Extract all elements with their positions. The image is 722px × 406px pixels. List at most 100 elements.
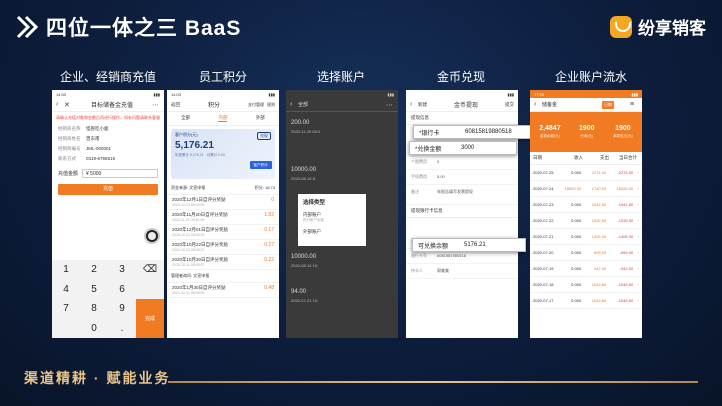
table-row[interactable]: 2020-07-17 0.000 1049.80 -1049.80 ›	[530, 293, 642, 309]
battery-icon: ▮▮▮	[153, 91, 160, 97]
cell-expense: 1539.50	[591, 218, 607, 223]
list-item[interactable]: 2020年12月1日自评分奖励 2020-12-13 08:00:00 0	[167, 195, 279, 210]
recharge-button[interactable]: 充值	[58, 184, 158, 195]
back-icon[interactable]: ‹	[534, 101, 542, 108]
key-0[interactable]: 0	[80, 319, 108, 339]
cell-expense: 699.00	[593, 250, 607, 255]
battery-icon: ▮▮▮	[631, 91, 638, 97]
status-bar: 14:03 ▮▮▮	[167, 90, 279, 98]
cashout-amount-field[interactable]: *兑换金额 3000	[409, 141, 517, 155]
chevron-right-icon: ›	[637, 218, 639, 223]
key-9[interactable]: 9	[108, 299, 136, 319]
key-6[interactable]: 6	[108, 280, 136, 300]
cell-date: 2020-07-24	[533, 186, 554, 191]
table-row[interactable]: 2020-07-25 0.000 2274.00 -2274.00 ›	[530, 165, 642, 181]
more-icon[interactable]: ⋯	[152, 101, 160, 109]
table-row[interactable]: 2020-07-21 0.000 1405.30 -1405.30 ›	[530, 229, 642, 245]
row-value: 郭美美	[437, 268, 449, 273]
back-icon[interactable]: ‹	[410, 101, 418, 108]
page-title: 四位一体之三 BaaS	[46, 17, 242, 40]
key-1[interactable]: 1	[52, 260, 80, 280]
floating-assistive-button[interactable]	[144, 228, 160, 244]
info-key: 经销商姓名	[58, 136, 81, 141]
table-row[interactable]: 2020-07-19 0.000 942.00 -942.00 ›	[530, 261, 642, 277]
chevron-right-icon: ›	[637, 298, 639, 303]
field-label: 可兑换余额	[418, 243, 449, 250]
option-external-account[interactable]: 外部账户	[303, 229, 361, 235]
tab-bar: 全部 内部 外部	[167, 112, 279, 126]
key-5[interactable]: 5	[80, 280, 108, 300]
more-icon[interactable]: ⋯	[386, 101, 394, 109]
key-7[interactable]: 7	[52, 299, 80, 319]
cell-expense: 1049.80	[591, 298, 607, 303]
battery-icon: ▮▮▮	[507, 91, 514, 97]
close-icon[interactable]: ✕	[64, 101, 72, 109]
list-item[interactable]: 2020年1月30日自评分奖励 2021-02-01 08:00:00 0.48	[167, 283, 279, 298]
list-item[interactable]: 2020年10月30日自评分奖励 2020-10-31 08:00:07 0.22	[167, 255, 279, 270]
phone-recharge: 14:53 ▮▮▮ ‹ ✕ 目标储备金充值 ⋯ 请确认充值对象和金额后再进行操作，…	[52, 90, 164, 338]
row-value: 年报告填写发票提现	[437, 189, 473, 194]
item-date: 2020-10-31 08:00:07	[172, 263, 205, 267]
key-8[interactable]: 8	[80, 299, 108, 319]
cell-expense: 1049.80	[591, 282, 607, 287]
chevron-right-icon: ›	[637, 186, 639, 191]
card-amount: 5,176.21	[175, 140, 214, 151]
payment-link[interactable]: 支付管理	[248, 102, 264, 108]
navbar: ‹ 新建 金币提现 提交	[406, 98, 518, 112]
back-icon[interactable]: ‹	[290, 101, 298, 108]
tab-internal[interactable]: 内部	[218, 115, 228, 122]
info-row: 联系方式 0319-6756519	[52, 154, 164, 164]
redeem-button[interactable]: 兑现	[257, 132, 271, 140]
record-amount: 94.00	[291, 289, 307, 295]
filter-icon[interactable]: ≡	[630, 101, 638, 108]
list-item[interactable]: 2020年12月01日自评分奖励 2020-12-01 08:00:00 0.17	[167, 225, 279, 240]
cell-income: 18000.00	[564, 186, 582, 191]
item-points: 0	[271, 197, 274, 203]
item-points: 0.27	[264, 242, 274, 248]
cell-expense: 1405.30	[591, 234, 607, 239]
table-row[interactable]: 2020-07-23 0.000 1942.80 -1941.80 ›	[530, 197, 642, 213]
field-label: *银行卡	[419, 130, 440, 137]
date-tag[interactable]: 日期	[602, 101, 614, 109]
phone-ledger: 17:30 ▮▮▮ ‹ 储备金 ≡ 日期 2,4847 金额余额(元) 1900 已收…	[530, 90, 642, 338]
status-time: 17:30	[534, 91, 545, 97]
tab-external[interactable]: 外部	[256, 115, 265, 122]
tab-all[interactable]: 全部	[181, 115, 190, 122]
row-value: 6081581980518	[437, 253, 466, 258]
col-income: 收入	[574, 155, 583, 160]
info-value: 曾东南	[86, 136, 100, 141]
item-date: 2021-02-01 08:00:00	[172, 291, 205, 295]
list-item[interactable]: 2020年11月20日自评分奖励 2020-11-21 09:40:06 1.82	[167, 210, 279, 225]
table-row[interactable]: 2020-07-24 18000.00 1740.00 16260.00 ›	[530, 181, 642, 197]
table-row[interactable]: 2020-07-18 0.000 1049.80 -1049.80 ›	[530, 277, 642, 293]
list-item[interactable]: 2020年10月22日自评分奖励 2020-10-23 08:00:07 0.27	[167, 240, 279, 255]
cell-income: 0.000	[571, 298, 582, 303]
nav-title: 全部	[298, 102, 309, 108]
key-2[interactable]: 2	[80, 260, 108, 280]
back-link[interactable]: 返回	[171, 102, 180, 108]
stat-value: 1900	[578, 125, 595, 132]
amount-input[interactable]: ¥ 5000	[82, 168, 158, 178]
record-date: 2020-07-21 10:	[291, 298, 319, 303]
submit-link[interactable]: 提交	[505, 102, 514, 108]
navbar: ‹ 全部 ⋯	[286, 98, 398, 112]
back-icon[interactable]: ‹	[56, 101, 64, 108]
key-dot[interactable]: .	[108, 319, 136, 339]
bank-card-field[interactable]: *银行卡 60815819880518	[413, 125, 537, 139]
chevron-right-icon: ›	[637, 170, 639, 175]
navbar: ‹ ✕ 目标储备金充值 ⋯	[52, 98, 164, 112]
field-value: 60815819880518	[465, 129, 512, 135]
key-blank	[136, 280, 164, 300]
table-row[interactable]: 2020-07-20 0.000 699.00 -699.00 ›	[530, 245, 642, 261]
form-row: 持卡人 郭美美	[406, 264, 518, 279]
cell-total: -699.00	[619, 250, 634, 255]
key-4[interactable]: 4	[52, 280, 80, 300]
backspace-key[interactable]: ⌫	[136, 260, 164, 280]
row-key: 手续费用	[411, 174, 427, 179]
table-row[interactable]: 2020-07-22 0.000 1539.50 -1539.50 ›	[530, 213, 642, 229]
done-key[interactable]: 完成	[136, 299, 164, 338]
rules-link[interactable]: 规则	[267, 102, 275, 108]
key-3[interactable]: 3	[108, 260, 136, 280]
stat-value: 2,4847	[539, 125, 561, 132]
item-points: 0.17	[264, 227, 274, 233]
